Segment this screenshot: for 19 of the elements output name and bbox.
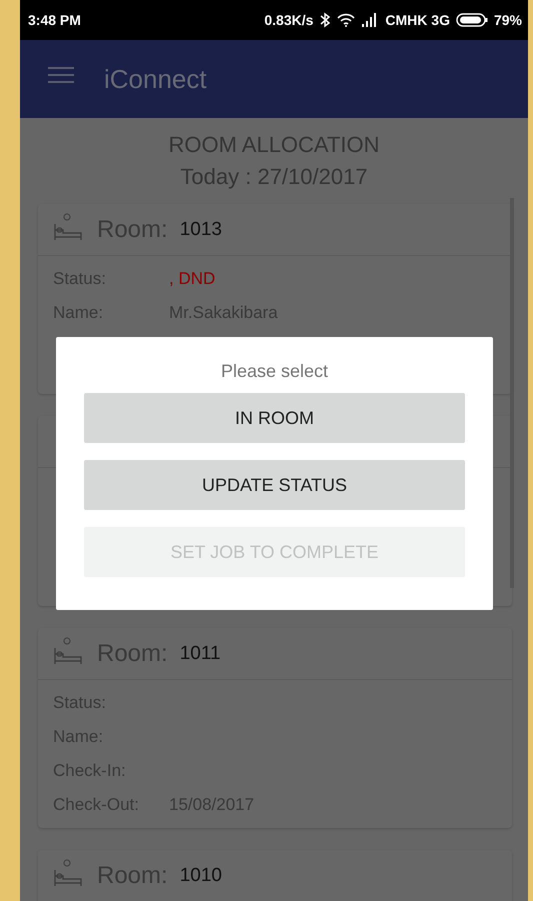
room-number: 1013	[180, 218, 222, 240]
bed-icon	[53, 636, 83, 664]
option-button[interactable]: UPDATE STATUS	[84, 460, 465, 510]
field-value: , DND	[169, 269, 216, 289]
menu-icon[interactable]	[48, 66, 74, 84]
bluetooth-icon	[319, 12, 332, 28]
bed-icon	[53, 858, 83, 886]
room-number: 1011	[180, 642, 221, 664]
app-title: iConnect	[104, 64, 207, 94]
battery-icon	[456, 13, 488, 27]
network-speed-text: 0.83K/s	[264, 12, 314, 28]
option-button[interactable]: IN ROOM	[84, 393, 465, 443]
bed-icon	[53, 212, 83, 240]
battery-text: 79%	[494, 12, 522, 28]
clock-text: 3:48 PM	[28, 12, 81, 28]
room-number: 1010	[180, 864, 222, 886]
dialog-title: Please select	[220, 361, 330, 382]
carrier-text: CMHK 3G	[385, 12, 450, 28]
wifi-icon	[337, 13, 356, 27]
